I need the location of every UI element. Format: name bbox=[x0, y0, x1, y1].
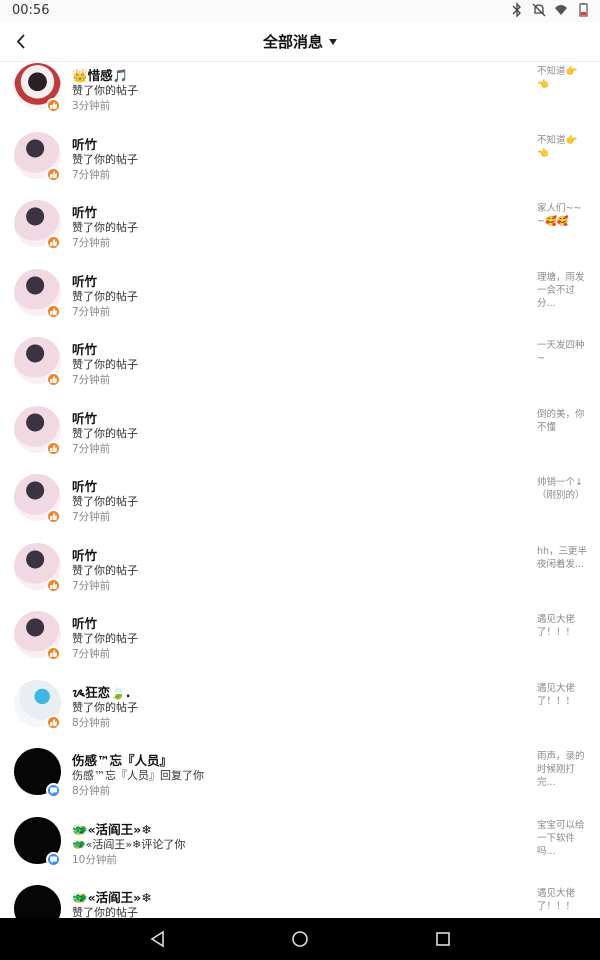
post-preview: 帅销一个↓（刚别的） bbox=[537, 477, 585, 501]
recents-square-icon[interactable] bbox=[433, 929, 453, 949]
post-preview: hh，三更半夜闲着发... bbox=[537, 545, 588, 570]
home-circle-icon[interactable] bbox=[290, 929, 310, 949]
status-bar: 00:56 bbox=[0, 0, 600, 22]
action-text: 赞了你的帖子 bbox=[72, 152, 138, 166]
message-row[interactable]: 👑惜感🎵 赞了你的帖子 3分钟前 不知道👉👈 bbox=[0, 62, 600, 113]
message-row[interactable]: 听竹 赞了你的帖子 7分钟前 帅销一个↓（刚别的） bbox=[0, 450, 600, 524]
post-preview: 遇见大佬了！！！ bbox=[537, 888, 576, 912]
message-list-inner: 👑惜感🎵 赞了你的帖子 3分钟前 不知道👉👈 听竹 赞了你的帖子 7分钟前 不知道👉👈 听竹 赞了… bbox=[0, 62, 600, 918]
header: 全部消息 bbox=[0, 22, 600, 62]
action-text: 赞了你的帖子 bbox=[72, 632, 138, 645]
wifi-icon bbox=[555, 5, 567, 15]
action-text: 赞了你的帖子 bbox=[72, 700, 138, 714]
title-dropdown[interactable]: 全部消息 bbox=[0, 31, 600, 52]
action-text: 赞了你的帖子 bbox=[72, 426, 138, 440]
message-row[interactable]: 听竹 赞了你的帖子 7分钟前 不知道👉👈 bbox=[0, 108, 600, 182]
action-text: 🐲«活阎王»❄评论了你 bbox=[72, 837, 186, 851]
action-text: 伤感™忘『人员』回复了你 bbox=[72, 769, 204, 782]
message-row[interactable]: 听竹 赞了你的帖子 7分钟前 倒的美，你不懂 bbox=[0, 382, 600, 456]
post-preview: 家人们~~~🥰🥰 bbox=[537, 203, 582, 227]
action-text: 赞了你的帖子 bbox=[72, 563, 138, 577]
page-title[interactable]: 全部消息 bbox=[263, 33, 323, 51]
post-preview: 理塘，雨发一会不过分... bbox=[537, 271, 585, 309]
message-row[interactable]: 🐲«活阎王»❄ 🐲«活阎王»❄评论了你 10分钟前 宝宝可以给一下软件吗... bbox=[0, 793, 600, 867]
post-preview: 遇见大佬了！！！ bbox=[537, 682, 576, 707]
message-list[interactable]: 👑惜感🎵 赞了你的帖子 3分钟前 不知道👉👈 听竹 赞了你的帖子 7分钟前 不知道👉👈 听竹 赞了… bbox=[0, 62, 600, 918]
message-row[interactable]: ᝰ狂恋🍃. 赞了你的帖子 8分钟前 遇见大佬了！！！ bbox=[0, 656, 600, 730]
post-preview: 不知道👉👈 bbox=[537, 134, 578, 159]
back-triangle-icon[interactable] bbox=[148, 929, 168, 949]
caret-down-icon[interactable] bbox=[329, 39, 337, 45]
status-icons bbox=[510, 2, 590, 18]
message-row[interactable]: 听竹 赞了你的帖子 7分钟前 一天发四种~ bbox=[0, 313, 600, 387]
bluetooth-icon bbox=[512, 2, 521, 18]
post-preview: 遇见大佬了！！！ bbox=[537, 614, 576, 638]
post-preview: 不知道👉👈 bbox=[537, 66, 578, 90]
action-text: 赞了你的帖子 bbox=[72, 906, 138, 918]
message-row[interactable]: 听竹 赞了你的帖子 7分钟前 遇见大佬了！！！ bbox=[0, 587, 600, 661]
navigation-bar bbox=[0, 918, 600, 960]
post-preview: 倒的美，你不懂 bbox=[537, 408, 585, 433]
status-time: 00:56 bbox=[12, 3, 50, 18]
post-preview: 宝宝可以给一下软件吗... bbox=[537, 819, 585, 857]
battery-icon bbox=[579, 3, 588, 17]
mute-icon bbox=[532, 3, 546, 17]
message-row[interactable]: 🐲«活阎王»❄赞了你的帖子10分钟前遇见大佬了！！！ bbox=[0, 861, 600, 918]
post-preview: 一天发四种~ bbox=[537, 340, 585, 364]
post-preview: 雨声，录的时候刚打完... bbox=[537, 751, 585, 788]
action-text: 赞了你的帖子 bbox=[72, 221, 138, 234]
message-row[interactable]: 伤感™忘『人员』 伤感™忘『人员』回复了你 8分钟前 雨声，录的时候刚打完... bbox=[0, 724, 600, 798]
message-row[interactable]: 听竹 赞了你的帖子 7分钟前 理塘，雨发一会不过分... bbox=[0, 245, 600, 319]
avatar[interactable] bbox=[14, 885, 61, 918]
action-text: 赞了你的帖子 bbox=[72, 495, 138, 508]
action-text: 赞了你的帖子 bbox=[72, 358, 138, 371]
action-text: 赞了你的帖子 bbox=[72, 289, 138, 303]
message-row[interactable]: 听竹 赞了你的帖子 7分钟前 hh，三更半夜闲着发... bbox=[0, 519, 600, 593]
message-row[interactable]: 听竹 赞了你的帖子 7分钟前 家人们~~~🥰🥰 bbox=[0, 176, 600, 250]
action-text: 赞了你的帖子 bbox=[72, 84, 138, 97]
